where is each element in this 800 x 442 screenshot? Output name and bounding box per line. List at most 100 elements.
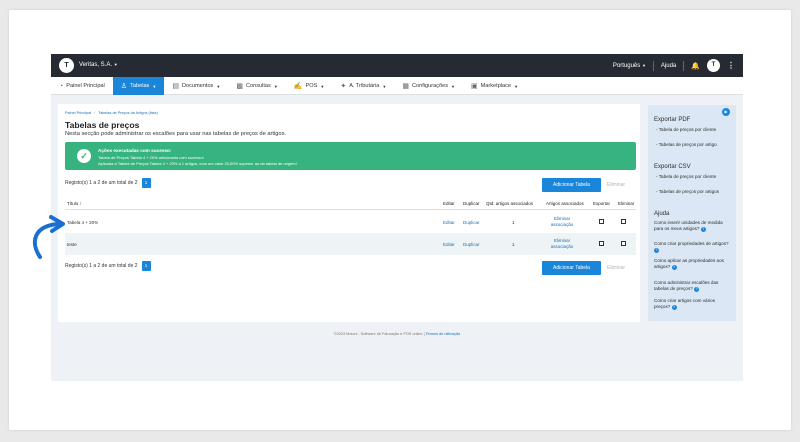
- duplicate-link[interactable]: Duplicar: [463, 220, 480, 225]
- menu-item-configuracoes[interactable]: ▦ Configurações ▼: [394, 77, 463, 95]
- delete-button[interactable]: Eliminar: [607, 182, 625, 188]
- terms-link[interactable]: Termos de utilização: [426, 332, 461, 336]
- company-selector[interactable]: Veritas, S.A. ▼: [79, 62, 118, 68]
- help-circle-icon: ?: [671, 304, 677, 310]
- menu-item-painel[interactable]: ◔ Painel Principal: [51, 77, 113, 95]
- chevron-down-icon: ▼: [451, 83, 455, 89]
- duplicate-link[interactable]: Duplicar: [463, 242, 480, 247]
- users-icon: ♙: [120, 83, 128, 90]
- document-icon: ▤: [172, 83, 179, 90]
- chevron-down-icon: ▼: [113, 62, 118, 67]
- help-link[interactable]: Como aplicar as propriedades aos artigos…: [654, 258, 732, 271]
- help-link-label: Como aplicar as propriedades aos artigos…: [654, 258, 724, 270]
- help-link-label: Como criar propriedades de artigos?: [654, 241, 729, 246]
- pagination-summary: Registo(s) 1 a 2 de um total de 2: [65, 263, 138, 269]
- alert-message: Aplicada a Tabela de Preços Tabela 4 + 2…: [98, 160, 297, 166]
- breadcrumb-home[interactable]: Painel Principal: [65, 111, 91, 115]
- export-pdf-article-link[interactable]: - Tabelas de preços por artigo: [656, 142, 728, 148]
- chevron-down-icon: ▼: [216, 83, 221, 89]
- help-link[interactable]: Como criar artigos com vários preços? ?: [654, 298, 732, 311]
- menu-label: Configurações: [411, 83, 449, 89]
- menu-item-documentos[interactable]: ▤ Documentos ▼: [164, 77, 228, 95]
- help-circle-icon: ?: [654, 247, 659, 253]
- column-title[interactable]: Título ↑: [67, 201, 82, 206]
- app-window: T Veritas, S.A. ▼ Português ▼ Ajuda 🔔 T …: [51, 54, 743, 381]
- success-alert: ✓ Ações executadas com sucesso: Tabela d…: [65, 142, 636, 170]
- delete-button[interactable]: Eliminar: [607, 265, 625, 271]
- breadcrumb: Painel Principal / Tabelas de Preços de …: [65, 111, 158, 115]
- help-circle-icon: ?: [671, 264, 677, 270]
- check-icon: ✓: [77, 149, 91, 163]
- help-circle-icon: ?: [694, 286, 700, 292]
- breadcrumb-current[interactable]: Tabelas de Preços de Artigos (lista): [98, 111, 158, 115]
- gauge-icon: ◔: [59, 82, 64, 90]
- remove-association-link[interactable]: Eliminar associação: [542, 216, 582, 228]
- alert-title: Ações executadas com sucesso:: [98, 148, 172, 153]
- help-link-label: Como criar artigos com vários preços?: [654, 298, 716, 310]
- menu-item-consultas[interactable]: ▩ Consultas ▼: [228, 77, 285, 95]
- menu-item-pos[interactable]: ✍ POS ▼: [286, 77, 333, 95]
- pos-icon: ✍: [293, 83, 303, 90]
- help-link[interactable]: Ajuda: [661, 63, 676, 69]
- column-export: Exportar: [593, 201, 611, 206]
- add-table-button[interactable]: Adicionar Tabela: [542, 261, 601, 275]
- add-table-button[interactable]: Adicionar Tabela: [542, 178, 601, 192]
- language-selector[interactable]: Português ▼: [613, 63, 646, 69]
- more-vertical-icon[interactable]: ⋮: [727, 61, 735, 70]
- help-link-label: Como inserir unidades de medida para os …: [654, 220, 723, 232]
- column-duplicate: Duplicar: [463, 201, 480, 206]
- delete-checkbox[interactable]: [621, 219, 626, 224]
- column-label: Título: [67, 201, 79, 206]
- delete-checkbox[interactable]: [621, 241, 626, 246]
- export-pdf-client-link[interactable]: - Tabela de preços por cliente: [656, 127, 728, 133]
- page-button[interactable]: 1: [141, 261, 151, 271]
- chevron-down-icon: ▼: [641, 62, 646, 68]
- tax-icon: ✦: [340, 83, 347, 90]
- avatar[interactable]: T: [707, 59, 720, 72]
- menu-label: A. Tributária: [349, 83, 380, 89]
- export-csv-article-link[interactable]: - Tabelas de preços por artigos: [656, 189, 728, 195]
- column-articles: Artigos associados: [546, 201, 584, 206]
- main-menu: ◔ Painel Principal ♙ Tabelas ▼ ▤ Documentos ▼…: [51, 77, 743, 95]
- help-link[interactable]: Como administrar escalões das tabelas de…: [654, 280, 732, 293]
- export-pdf-heading: Exportar PDF: [654, 117, 691, 123]
- chevron-down-icon: ▼: [320, 83, 325, 89]
- annotation-arrow-icon: [32, 215, 65, 259]
- divider: [683, 60, 685, 71]
- chevron-down-icon: ▼: [382, 83, 387, 89]
- menu-label: Painel Principal: [66, 83, 105, 89]
- column-edit: Editar: [443, 201, 455, 206]
- play-icon[interactable]: ▶: [722, 108, 730, 116]
- main-content: Painel Principal / Tabelas de Preços de …: [58, 104, 640, 322]
- settings-icon: ▦: [402, 83, 409, 90]
- alert-message: Tabela de Preços Tabela 4 + 20% adiciona…: [98, 154, 204, 160]
- export-checkbox[interactable]: [599, 219, 604, 224]
- pagination-summary: Registo(s) 1 a 2 de um total de 2: [65, 180, 138, 186]
- edit-link[interactable]: Editar: [443, 242, 455, 247]
- menu-label: Tabelas: [130, 83, 150, 89]
- column-qty: Qtd. artigos associados: [486, 201, 534, 206]
- help-link[interactable]: Como criar propriedades de artigos? ?: [654, 241, 732, 254]
- edit-link[interactable]: Editar: [443, 220, 455, 225]
- sort-asc-icon: ↑: [79, 201, 82, 206]
- company-logo[interactable]: T: [59, 58, 74, 73]
- footer-text: ©2023 Moloni - Software de Faturação e P…: [333, 332, 423, 336]
- export-csv-client-link[interactable]: - Tabela de preços por cliente: [656, 174, 728, 180]
- bell-icon[interactable]: 🔔: [691, 62, 700, 70]
- chevron-down-icon: ▼: [273, 83, 278, 89]
- chart-icon: ▩: [236, 83, 243, 90]
- row-qty: 1: [512, 220, 515, 225]
- remove-association-link[interactable]: Eliminar associação: [542, 238, 582, 250]
- breadcrumb-separator: /: [94, 111, 96, 115]
- table-row: teste Editar Duplicar 1 Eliminar associa…: [65, 233, 636, 255]
- menu-item-marketplace[interactable]: ▣ Marketplace ▼: [463, 77, 526, 95]
- export-csv-heading: Exportar CSV: [654, 164, 691, 170]
- help-link[interactable]: Como inserir unidades de medida para os …: [654, 220, 732, 233]
- export-checkbox[interactable]: [599, 241, 604, 246]
- menu-item-at[interactable]: ✦ A. Tributária ▼: [332, 77, 394, 95]
- menu-item-tabelas[interactable]: ♙ Tabelas ▼: [112, 77, 165, 95]
- page-subtitle: Nesta secção pode administrar os escalõe…: [65, 131, 286, 137]
- page-button[interactable]: 1: [141, 178, 151, 188]
- top-bar: T Veritas, S.A. ▼ Português ▼ Ajuda 🔔 T …: [51, 54, 743, 77]
- marketplace-icon: ▣: [470, 83, 478, 90]
